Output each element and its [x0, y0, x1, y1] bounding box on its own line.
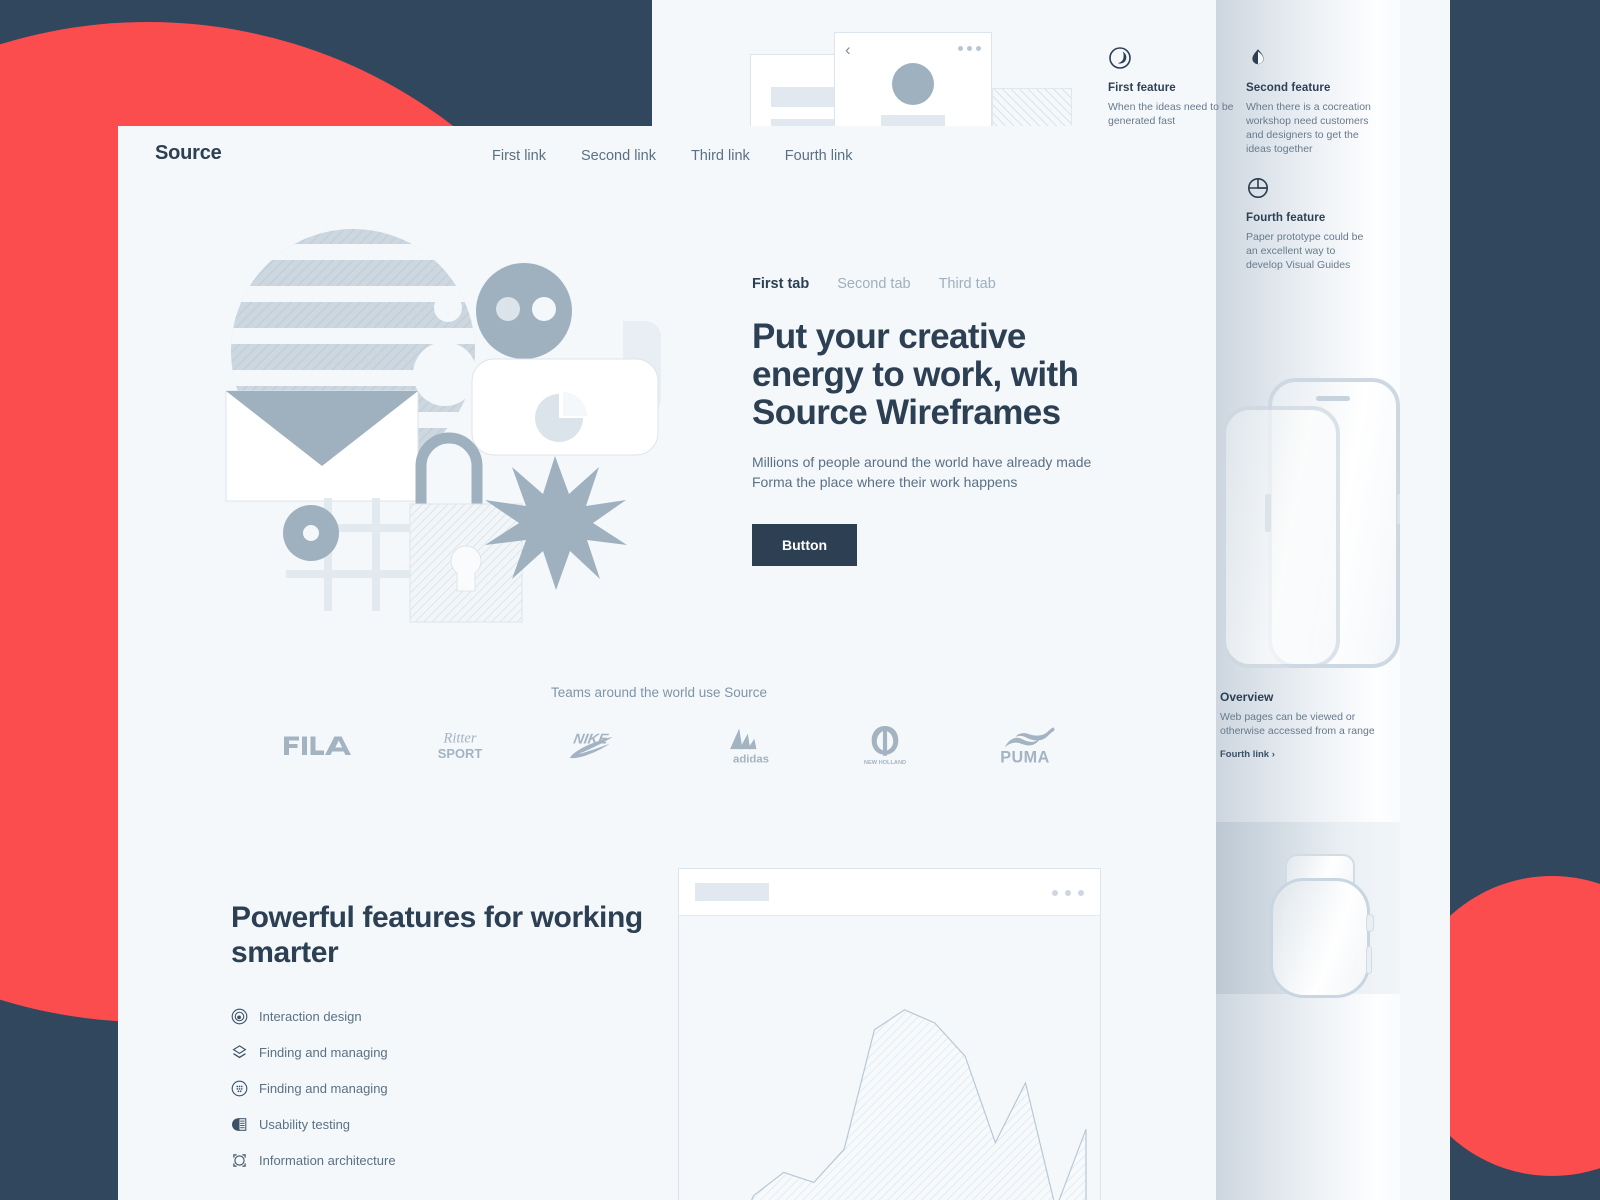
hero-tabs: First tab Second tab Third tab	[752, 276, 1112, 292]
crop-frame-icon	[233, 1153, 246, 1167]
hero-subtitle: Millions of people around the world have…	[752, 454, 1092, 491]
bg-feature-body: When the ideas need to be generated fast	[1108, 101, 1234, 127]
hero-cta-button[interactable]: Button	[752, 524, 858, 567]
avatar	[892, 63, 934, 105]
feature-item-label: Interaction design	[259, 1008, 362, 1024]
area-chart-svg	[750, 1009, 1087, 1200]
navbar: Source First link Second link Third link…	[118, 126, 1200, 182]
card-with-pie-shape	[471, 358, 659, 456]
pie-circle-icon	[1248, 178, 1268, 198]
overview-title: Overview	[1220, 690, 1274, 704]
envelope-shape	[225, 390, 419, 502]
back-chevron-icon[interactable]: ‹	[845, 41, 851, 58]
browser-toolbar	[679, 869, 1100, 916]
moon-circle-icon	[1109, 47, 1131, 69]
features-section: Powerful features for working smarter In…	[231, 901, 651, 1200]
bg-feature-title: First feature	[1108, 82, 1176, 94]
more-options-icon[interactable]	[958, 46, 981, 51]
tab-third[interactable]: Third tab	[939, 276, 996, 292]
browser-url-bar[interactable]	[695, 883, 769, 901]
bg-feature-body: When there is a cocreation workshop need…	[1246, 101, 1371, 155]
medium-circle-shape	[413, 342, 477, 406]
screen-canvas: ‹ First feature When the ideas need to b…	[0, 0, 1600, 1200]
feature-item-finding-managing-b[interactable]: Finding and managing	[231, 1080, 416, 1097]
bg-feature-fourth: Fourth feature Paper prototype could be …	[1246, 176, 1368, 273]
wireframe-card-main: ‹	[834, 32, 992, 133]
feature-item-information-architecture[interactable]: Information architecture	[231, 1152, 416, 1169]
bg-feature-title: Second feature	[1246, 82, 1331, 94]
contrast-box-icon	[232, 1117, 247, 1131]
feature-item-label: Finding and managing	[259, 1044, 388, 1060]
target-icon	[231, 1008, 248, 1024]
board-right-edge	[1400, 0, 1450, 1200]
padlock-body-shape	[409, 503, 523, 623]
svg-text:SPORT: SPORT	[438, 746, 483, 761]
browser-mockup	[678, 868, 1101, 1200]
nav-link-first[interactable]: First link	[492, 148, 546, 164]
logo-strip: Ritter SPORT NIKE adidas NEW HOLLAND PUM…	[283, 724, 1063, 766]
nav-link-second[interactable]: Second link	[581, 148, 656, 164]
svg-text:NEW HOLLAND: NEW HOLLAND	[863, 760, 905, 766]
logos-label: Teams around the world use Source	[550, 685, 768, 700]
logo-adidas: adidas	[730, 728, 769, 765]
watch-screen	[1282, 890, 1358, 986]
phone-notch-icon	[1316, 396, 1350, 401]
droplet-icon	[1252, 49, 1264, 65]
nav-links: First link Second link Third link Fourth…	[492, 148, 852, 164]
svg-text:Ritter: Ritter	[443, 730, 477, 746]
svg-text:adidas: adidas	[733, 754, 769, 765]
logo-nike: NIKE	[569, 732, 613, 759]
more-options-icon[interactable]	[1052, 890, 1084, 896]
features-title: Powerful features for working smarter	[231, 901, 643, 969]
bg-feature-second: Second feature When there is a cocreatio…	[1246, 46, 1372, 156]
area-chart	[679, 916, 1100, 1200]
hero-copy: First tab Second tab Third tab Put your …	[752, 276, 1112, 567]
bg-feature-first: First feature When the ideas need to be …	[1108, 46, 1240, 129]
phone-side-button-2	[1265, 494, 1271, 532]
bg-feature-body: Paper prototype could be an excellent wa…	[1246, 231, 1364, 271]
grid-circle-icon	[231, 1080, 248, 1096]
hero-illustration	[218, 216, 678, 626]
logo-new-holland: NEW HOLLAND	[863, 726, 906, 766]
watch-crown-icon	[1366, 914, 1374, 932]
face-circle-shape	[476, 263, 572, 359]
small-circle-shape	[434, 294, 462, 322]
feature-item-label: Finding and managing	[259, 1080, 388, 1096]
logo-fila	[284, 736, 351, 755]
overview-block: Overview Web pages can be viewed or othe…	[1220, 690, 1380, 760]
feature-item-label: Usability testing	[259, 1116, 351, 1132]
brand-logo[interactable]: Source	[155, 142, 222, 165]
nav-link-fourth[interactable]: Fourth link	[785, 148, 853, 164]
overview-link[interactable]: Fourth link ›	[1220, 749, 1380, 760]
donut-shape	[283, 505, 339, 561]
phone-mockup-front	[1222, 406, 1340, 668]
nav-link-third[interactable]: Third link	[691, 148, 750, 164]
bg-feature-title: Fourth feature	[1246, 212, 1326, 224]
main-panel: Source First link Second link Third link…	[118, 126, 1200, 1200]
page-title: Put your creative energy to work, with S…	[752, 317, 1079, 432]
svg-text:PUMA: PUMA	[1000, 749, 1049, 766]
padlock-shackle-shape	[415, 432, 483, 506]
feature-item-label: Information architecture	[259, 1152, 396, 1168]
tab-second[interactable]: Second tab	[837, 276, 910, 292]
logo-ritter-sport: Ritter SPORT	[438, 730, 483, 761]
logo-puma: PUMA	[1000, 727, 1055, 766]
layers-icon	[232, 1044, 247, 1058]
feature-item-usability-testing[interactable]: Usability testing	[231, 1116, 416, 1133]
tab-first[interactable]: First tab	[752, 276, 809, 292]
watch-side-button	[1366, 946, 1372, 974]
feature-item-interaction-design[interactable]: Interaction design	[231, 1008, 416, 1025]
features-grid: Interaction design Finding and managing	[231, 1008, 591, 1169]
overview-body: Web pages can be viewed or otherwise acc…	[1220, 711, 1375, 738]
feature-item-finding-managing-a[interactable]: Finding and managing	[231, 1044, 416, 1061]
